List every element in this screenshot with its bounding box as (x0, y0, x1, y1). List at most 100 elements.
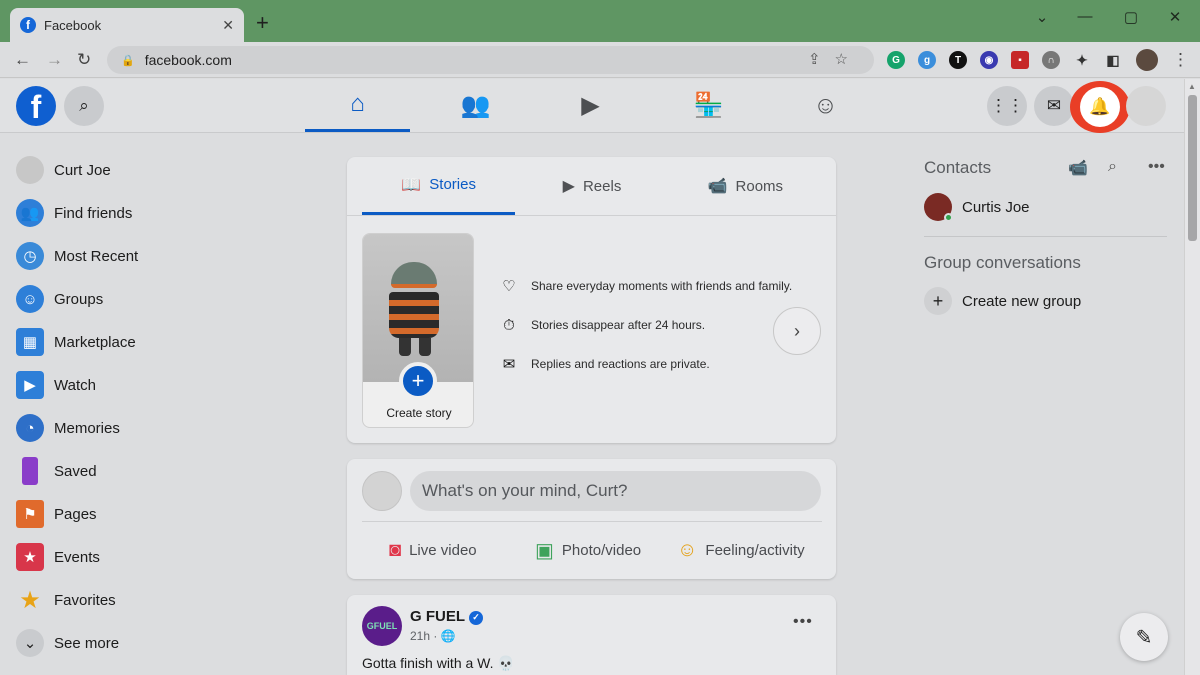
reload-icon[interactable]: ↻ (77, 50, 91, 70)
messenger-icon: ✉ (502, 356, 516, 373)
chevron-right-icon[interactable]: › (773, 307, 821, 355)
sidebar-item-marketplace[interactable]: ▦ Marketplace (16, 324, 306, 360)
tab-home[interactable]: ⌂ (305, 79, 410, 132)
bell-icon[interactable]: 🔔 (1080, 87, 1120, 127)
address-bar[interactable]: 🔒 facebook.com ⇪☆ (107, 46, 874, 74)
stopwatch-icon: ⏱ (503, 316, 515, 334)
sidebar-item-most-recent[interactable]: ◷ Most Recent (16, 238, 306, 274)
grammarly-icon[interactable]: G (887, 51, 905, 69)
share-star-icons[interactable]: ⇪☆ (808, 50, 862, 68)
extension-t-icon[interactable]: T (949, 51, 967, 69)
facebook-logo[interactable]: f (16, 86, 56, 126)
close-window-button[interactable]: ✕ (1160, 8, 1190, 26)
home-icon: ⌂ (350, 90, 365, 117)
sidebar-item-label: Find friends (54, 204, 133, 222)
reels-icon: ▶ (562, 178, 575, 195)
post-timestamp[interactable]: 21h · 🌐 (410, 629, 456, 643)
tab-groups[interactable]: ☺ (773, 79, 878, 132)
friends-icon: 👥 (16, 199, 44, 227)
scroll-up-icon[interactable]: ▲ (1188, 82, 1196, 91)
minimize-button[interactable]: — (1070, 8, 1100, 25)
book-icon: 📖 (401, 176, 422, 194)
sidebar-item-watch[interactable]: ▶ Watch (16, 367, 306, 403)
extension-red-icon[interactable]: ▪ (1011, 51, 1029, 69)
sidebar-item-pages[interactable]: ⚑ Pages (16, 496, 306, 532)
extension-globe-icon[interactable]: ◉ (980, 51, 998, 69)
extension-arc-icon[interactable]: ∩ (1042, 51, 1060, 69)
tab-marketplace[interactable]: 🏪 (656, 79, 761, 132)
avatar[interactable]: GFUEL (362, 606, 402, 646)
new-tab-button[interactable]: + (256, 12, 269, 34)
scrollbar-thumb[interactable] (1188, 95, 1197, 241)
most-recent-icon: ◷ (16, 242, 44, 270)
account-avatar[interactable] (1126, 86, 1166, 126)
feeling-activity-button[interactable]: ☺ Feeling/activity (677, 535, 805, 565)
browser-tab[interactable]: f Facebook ✕ (10, 8, 244, 42)
page-scrollbar[interactable]: ▲ (1184, 79, 1200, 675)
sidebar-item-label: Memories (54, 419, 120, 437)
android-figure (383, 262, 449, 358)
sidebar-item-find-friends[interactable]: 👥 Find friends (16, 195, 306, 231)
sidebar-item-label: Watch (54, 376, 96, 394)
sidebar-item-favorites[interactable]: ★ Favorites (16, 582, 306, 618)
search-icon[interactable]: ⌕ (64, 86, 104, 126)
maximize-button[interactable]: ▢ (1116, 8, 1146, 26)
tab-stories[interactable]: 📖 Stories (362, 157, 516, 215)
more-options-icon[interactable]: ••• (1148, 158, 1165, 176)
sidebar-item-profile[interactable]: Curt Joe (16, 152, 306, 188)
puzzle-icon[interactable]: ✦ (1073, 51, 1091, 69)
tab-search-icon[interactable]: ⌄ (1027, 8, 1057, 26)
watch-icon: ▶ (581, 92, 600, 119)
back-arrow-icon[interactable]: ← (14, 50, 31, 70)
marketplace-icon: ▦ (16, 328, 44, 356)
sidebar-item-events[interactable]: ★ Events (16, 539, 306, 575)
favorites-icon: ★ (19, 586, 41, 614)
create-story-card[interactable]: + Create story (362, 233, 474, 428)
tab-label: Stories (429, 176, 476, 193)
new-message-button[interactable]: ✎ (1120, 613, 1168, 661)
groups-icon: ☺ (813, 91, 838, 119)
marketplace-icon: 🏪 (693, 92, 724, 119)
search-icon[interactable]: ⌕ (1108, 158, 1117, 176)
photo-video-button[interactable]: ▣ Photo/video (535, 535, 641, 565)
messenger-icon[interactable]: ✉ (1034, 86, 1074, 126)
more-options-icon[interactable]: ••• (793, 613, 813, 631)
video-plus-icon[interactable]: 📹 (1068, 158, 1088, 178)
menu-grid-icon[interactable]: ⋮⋮ (987, 86, 1027, 126)
sidebar-item-see-more[interactable]: ⌄ See more (16, 625, 306, 661)
extension-g-icon[interactable]: g (918, 51, 936, 69)
action-label: Photo/video (561, 541, 642, 559)
facebook-header: f ⌕ ⌂ 👥 ▶ 🏪 ☺ ⋮⋮ ✉ 🔔 (0, 79, 1184, 133)
create-story-label: Create story (386, 406, 452, 420)
tab-rooms[interactable]: 📹 Rooms (669, 157, 822, 215)
browser-menu-icon[interactable]: ⋮ (1172, 50, 1189, 70)
tab-friends[interactable]: 👥 (423, 79, 528, 132)
browser-tabstrip: f Facebook ✕ + ⌄ — ▢ ✕ (0, 0, 1200, 42)
sidebar-item-label: See more (54, 634, 120, 652)
photo-icon: ▣ (535, 539, 554, 562)
whats-on-your-mind-input[interactable]: What's on your mind, Curt? (410, 471, 821, 511)
tab-watch[interactable]: ▶ (538, 79, 643, 132)
sidebar-item-memories[interactable]: ◔ Memories (16, 410, 306, 446)
memories-icon: ◔ (16, 414, 44, 442)
create-new-group-button[interactable]: + Create new group (924, 287, 1081, 315)
android-body (389, 292, 439, 338)
avatar[interactable] (362, 471, 402, 511)
sidebar-item-label: Marketplace (54, 333, 136, 351)
tab-reels[interactable]: ▶ Reels (515, 157, 668, 215)
forward-arrow-icon[interactable]: → (46, 50, 63, 70)
browser-toolbar: ← → ↻ 🔒 facebook.com ⇪☆ G g T ◉ ▪ ∩ ✦ ◧ … (0, 42, 1200, 78)
post-author[interactable]: G FUEL ✓ (410, 608, 483, 625)
notifications-highlight: 🔔 (1070, 81, 1130, 133)
stories-card: 📖 Stories ▶ Reels 📹 Rooms + Create story… (347, 157, 836, 443)
tab-close-icon[interactable]: ✕ (222, 17, 234, 34)
plus-icon[interactable]: + (399, 362, 437, 400)
profile-avatar-icon[interactable] (1136, 49, 1158, 71)
side-panel-icon[interactable]: ◧ (1104, 51, 1122, 69)
android-leg (399, 338, 411, 356)
contact-item[interactable]: Curtis Joe (924, 192, 1030, 222)
tab-title: Facebook (44, 17, 102, 33)
sidebar-item-saved[interactable]: Saved (16, 453, 306, 489)
live-video-button[interactable]: ◙ Live video (389, 535, 477, 565)
sidebar-item-groups[interactable]: ☺ Groups (16, 281, 306, 317)
